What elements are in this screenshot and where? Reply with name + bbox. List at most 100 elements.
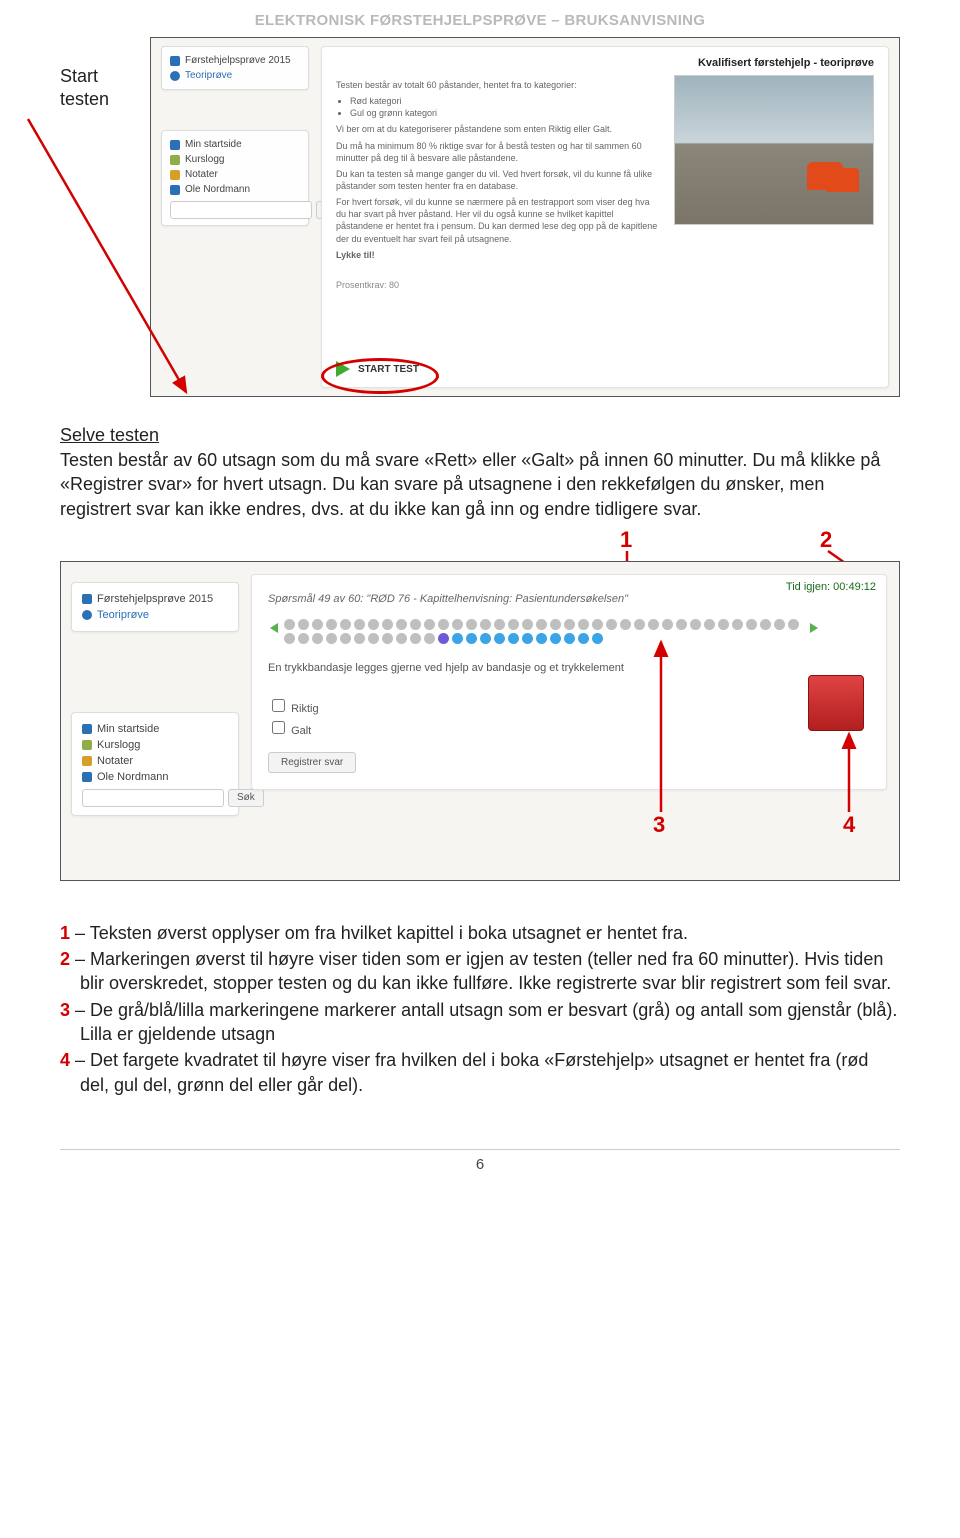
- progress-dot-answered[interactable]: [382, 619, 393, 630]
- theory-link[interactable]: Teoriprøve: [185, 70, 232, 81]
- progress-dot-answered[interactable]: [760, 619, 771, 630]
- question-icon: [82, 610, 92, 620]
- next-icon[interactable]: [810, 623, 818, 633]
- progress-dot-remaining[interactable]: [536, 633, 547, 644]
- page-number: 6: [0, 1150, 960, 1187]
- nav-log-2[interactable]: Kurslogg: [97, 739, 140, 751]
- progress-dot-answered[interactable]: [396, 619, 407, 630]
- nav-home-2[interactable]: Min startside: [97, 723, 159, 735]
- progress-dot-answered[interactable]: [620, 619, 631, 630]
- progress-dot-answered[interactable]: [354, 633, 365, 644]
- progress-dot-answered[interactable]: [298, 619, 309, 630]
- theory-link-2[interactable]: Teoriprøve: [97, 609, 149, 621]
- progress-dot-answered[interactable]: [592, 619, 603, 630]
- body-text-1: Testen består av 60 utsagn som du må sva…: [60, 448, 900, 521]
- progress-dot-answered[interactable]: [424, 633, 435, 644]
- answer-riktig[interactable]: Riktig: [268, 696, 870, 715]
- user-icon: [170, 185, 180, 195]
- progress-dot-answered[interactable]: [284, 633, 295, 644]
- progress-dot-remaining[interactable]: [480, 633, 491, 644]
- question-statement: En trykkbandasje legges gjerne ved hjelp…: [268, 662, 870, 674]
- progress-dot-current[interactable]: [438, 633, 449, 644]
- screenshot-2: Førstehjelpsprøve 2015 Teoriprøve Min st…: [60, 561, 900, 881]
- progress-dot-answered[interactable]: [424, 619, 435, 630]
- start-arrow-icon: [336, 361, 350, 377]
- progress-dot-answered[interactable]: [746, 619, 757, 630]
- search-button-2[interactable]: Søk: [228, 789, 264, 807]
- search-input-2[interactable]: [82, 789, 224, 807]
- question-header: Spørsmål 49 av 60: "RØD 76 - Kapittelhen…: [268, 593, 870, 605]
- register-answer-button[interactable]: Registrer svar: [268, 752, 356, 773]
- progress-dot-answered[interactable]: [578, 619, 589, 630]
- progress-dot-answered[interactable]: [606, 619, 617, 630]
- progress-dot-remaining[interactable]: [578, 633, 589, 644]
- annotation-number-1: 1: [620, 527, 632, 553]
- progress-dot-answered[interactable]: [732, 619, 743, 630]
- progress-dot-remaining[interactable]: [494, 633, 505, 644]
- sidebar-nav-panel: Min startside Kurslogg Notater Ole Nordm…: [161, 130, 309, 226]
- progress-dot-answered[interactable]: [438, 619, 449, 630]
- document-header: ELEKTRONISK FØRSTEHJELPSPRØVE – BRUKSANV…: [0, 0, 960, 37]
- progress-dot-answered[interactable]: [550, 619, 561, 630]
- progress-dot-answered[interactable]: [648, 619, 659, 630]
- progress-dot-remaining[interactable]: [550, 633, 561, 644]
- progress-dot-answered[interactable]: [452, 619, 463, 630]
- progress-dot-answered[interactable]: [382, 633, 393, 644]
- sidebar-top-panel: Førstehjelpsprøve 2015 Teoriprøve: [161, 46, 309, 90]
- progress-dot-answered[interactable]: [284, 619, 295, 630]
- progress-dot-remaining[interactable]: [508, 633, 519, 644]
- nav-notes-2[interactable]: Notater: [97, 755, 133, 767]
- progress-dot-answered[interactable]: [326, 633, 337, 644]
- user-icon: [82, 772, 92, 782]
- progress-dot-answered[interactable]: [326, 619, 337, 630]
- progress-dot-answered[interactable]: [522, 619, 533, 630]
- progress-dot-answered[interactable]: [368, 633, 379, 644]
- sidebar-top-2: Førstehjelpsprøve 2015 Teoriprøve: [71, 582, 239, 632]
- progress-dots: [284, 619, 804, 644]
- progress-dot-answered[interactable]: [298, 633, 309, 644]
- progress-dot-remaining[interactable]: [466, 633, 477, 644]
- nav-home[interactable]: Min startside: [185, 139, 242, 150]
- progress-dot-remaining[interactable]: [522, 633, 533, 644]
- search-input[interactable]: [170, 201, 312, 219]
- progress-dot-answered[interactable]: [564, 619, 575, 630]
- answer-galt[interactable]: Galt: [268, 718, 870, 737]
- annotation-number-4: 4: [843, 812, 855, 838]
- start-test-button[interactable]: START TEST: [358, 364, 419, 375]
- progress-dot-remaining[interactable]: [592, 633, 603, 644]
- notes-icon: [82, 756, 92, 766]
- progress-dot-answered[interactable]: [704, 619, 715, 630]
- progress-dot-answered[interactable]: [340, 619, 351, 630]
- progress-dot-answered[interactable]: [354, 619, 365, 630]
- progress-dot-answered[interactable]: [396, 633, 407, 644]
- progress-dot-answered[interactable]: [312, 619, 323, 630]
- monitor-icon: [82, 594, 92, 604]
- progress-dot-answered[interactable]: [480, 619, 491, 630]
- progress-dot-answered[interactable]: [368, 619, 379, 630]
- progress-dot-answered[interactable]: [774, 619, 785, 630]
- progress-dot-answered[interactable]: [662, 619, 673, 630]
- nav-log[interactable]: Kurslogg: [185, 154, 224, 165]
- progress-dot-answered[interactable]: [676, 619, 687, 630]
- annotation-number-3: 3: [653, 812, 665, 838]
- progress-dot-answered[interactable]: [340, 633, 351, 644]
- prev-icon[interactable]: [270, 623, 278, 633]
- progress-dot-answered[interactable]: [634, 619, 645, 630]
- progress-dot-answered[interactable]: [466, 619, 477, 630]
- progress-dot-answered[interactable]: [410, 633, 421, 644]
- progress-dot-answered[interactable]: [788, 619, 799, 630]
- progress-dot-answered[interactable]: [536, 619, 547, 630]
- progress-dot-answered[interactable]: [508, 619, 519, 630]
- progress-dot-answered[interactable]: [494, 619, 505, 630]
- progress-dot-answered[interactable]: [718, 619, 729, 630]
- nav-user[interactable]: Ole Nordmann: [185, 184, 250, 195]
- progress-dot-answered[interactable]: [690, 619, 701, 630]
- progress-dot-remaining[interactable]: [564, 633, 575, 644]
- nav-notes[interactable]: Notater: [185, 169, 218, 180]
- legend-block: 1 – Teksten øverst opplyser om fra hvilk…: [60, 921, 900, 1097]
- progress-dot-remaining[interactable]: [452, 633, 463, 644]
- nav-user-2[interactable]: Ole Nordmann: [97, 771, 169, 783]
- progress-dot-answered[interactable]: [312, 633, 323, 644]
- progress-dot-answered[interactable]: [410, 619, 421, 630]
- home-icon: [170, 140, 180, 150]
